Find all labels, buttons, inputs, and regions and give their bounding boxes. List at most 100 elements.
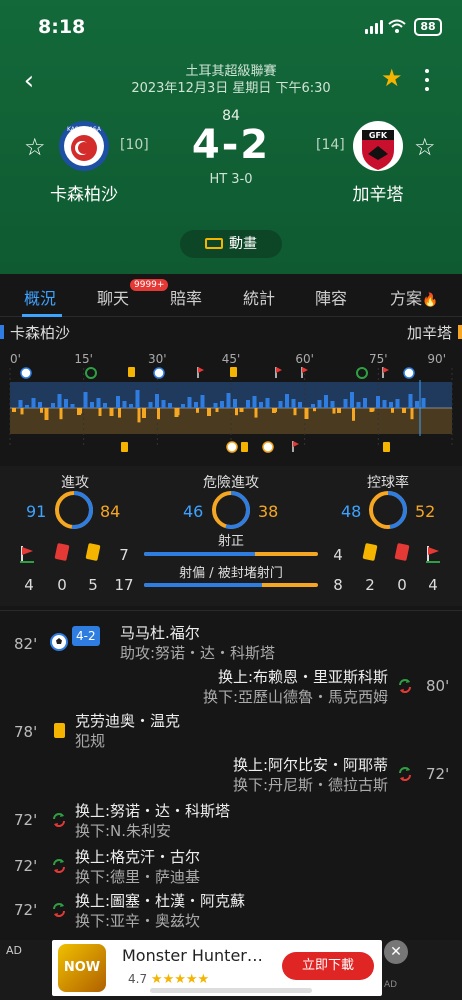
home-momentum-bar xyxy=(350,392,354,408)
event-minute: 72' xyxy=(14,901,38,919)
away-momentum-bar xyxy=(207,408,211,416)
home-momentum-bar xyxy=(233,399,237,408)
yellow-card-icon xyxy=(230,367,237,377)
home-momentum-bar xyxy=(421,398,426,408)
follow-away-star-icon[interactable]: ☆ xyxy=(414,133,436,161)
home-momentum-bar xyxy=(194,402,198,408)
possession-away: 52 xyxy=(415,502,436,521)
away-momentum-bar xyxy=(337,408,341,413)
timeline-tick: 75' xyxy=(369,352,388,366)
away-momentum-bar xyxy=(410,408,414,420)
possession-label: 控球率 xyxy=(367,475,409,491)
tab-tips[interactable]: 方案🔥 xyxy=(390,285,438,309)
home-momentum-bar xyxy=(161,400,166,408)
home-yellow-cards: 5 xyxy=(88,576,98,594)
follow-home-star-icon[interactable]: ☆ xyxy=(24,133,46,161)
away-red-cards: 0 xyxy=(397,576,407,594)
away-logo-text: GFK xyxy=(369,131,388,140)
timeline-tick: 90' xyxy=(427,352,446,366)
away-momentum-bar xyxy=(304,408,309,419)
home-momentum-bar xyxy=(291,399,296,408)
away-red-card-icon xyxy=(394,542,410,562)
tab-chat[interactable]: 聊天 xyxy=(97,285,129,309)
tab-overview[interactable]: 概況 xyxy=(24,285,56,309)
event-goal[interactable]: 4-2 xyxy=(72,625,106,646)
away-momentum-bar xyxy=(98,408,102,416)
home-momentum-bar xyxy=(31,398,36,408)
tab-lineup[interactable]: 陣容 xyxy=(315,285,347,309)
away-momentum-bar xyxy=(79,408,82,414)
home-momentum-bar xyxy=(382,400,387,408)
ad-download-button[interactable]: 立即下載 xyxy=(282,952,374,980)
home-momentum-bar xyxy=(64,399,68,408)
home-momentum-bar xyxy=(298,402,302,408)
home-momentum-bar xyxy=(330,401,335,408)
away-momentum-bar xyxy=(239,408,244,412)
away-momentum-bar xyxy=(332,408,336,414)
pitch-icon xyxy=(205,238,223,249)
away-corners: 4 xyxy=(428,576,438,594)
away-momentum-bar xyxy=(293,408,297,416)
home-team-name[interactable]: 卡森柏沙 xyxy=(24,180,144,205)
yellow-card-icon xyxy=(241,442,248,452)
away-momentum-bar xyxy=(215,408,219,412)
away-momentum-bar xyxy=(402,408,406,413)
goal-ball-icon xyxy=(226,441,238,453)
home-momentum-bar xyxy=(155,394,159,408)
home-momentum-bar xyxy=(129,404,133,408)
home-momentum-bar xyxy=(122,401,127,408)
away-momentum-bar xyxy=(12,408,16,412)
away-momentum-bar xyxy=(157,408,160,420)
home-momentum-bar xyxy=(90,402,94,408)
animation-button[interactable]: 動畫 xyxy=(180,230,282,258)
top-bar: ‹ 土耳其超級聯賽 2023年12月3日 星期日 下午6:30 ★ xyxy=(0,60,462,100)
tab-stats[interactable]: 統計 xyxy=(243,285,275,309)
event-sub-in[interactable]: 换上:努诺・达・科斯塔 xyxy=(75,801,230,821)
active-tab-indicator xyxy=(22,314,62,317)
event-score-chip: 4-2 xyxy=(72,626,100,646)
event-sub-in[interactable]: 换上:格克汗・古尔 xyxy=(75,847,200,867)
home-momentum-bar xyxy=(252,396,257,408)
chat-count-badge: 9999+ xyxy=(130,279,169,291)
goal-ball-icon xyxy=(153,367,165,379)
event-scorer[interactable]: 马马杜.福尔 xyxy=(120,623,200,643)
home-momentum-bar xyxy=(51,403,55,408)
away-momentum-bar xyxy=(274,408,277,412)
substitution-icon xyxy=(85,367,97,379)
ad-choices-icon: AD xyxy=(384,980,398,990)
event-sub-in[interactable]: 换上:阿尔比安・阿耶蒂 xyxy=(233,755,388,775)
event-sub-in[interactable]: 换上:布赖恩・里亚斯科斯 xyxy=(218,667,388,687)
tab-odds[interactable]: 賠率 xyxy=(170,285,202,309)
yellow-card-icon xyxy=(128,367,135,377)
more-options-icon[interactable] xyxy=(418,66,436,94)
home-momentum-bar xyxy=(395,399,400,408)
corner-flag-icon xyxy=(293,441,299,447)
red-card-icon xyxy=(54,542,70,562)
event-sub-out: 换下:亚辛・奥兹坎 xyxy=(75,912,201,930)
home-shots-on: 7 xyxy=(119,546,129,564)
danger-donut xyxy=(212,491,250,529)
home-indicator[interactable] xyxy=(150,988,312,993)
yellow-card-icon xyxy=(54,723,65,738)
timeline-home-label: 卡森柏沙 xyxy=(0,324,71,342)
home-red-cards: 0 xyxy=(57,576,67,594)
away-momentum-bar xyxy=(176,408,180,416)
home-momentum-bar xyxy=(415,401,419,408)
attack-away: 84 xyxy=(100,502,121,521)
corner-flag-icon xyxy=(302,367,308,373)
favorite-star-icon[interactable]: ★ xyxy=(381,64,403,92)
stats-panel: 進攻 91 84 危險進攻 46 38 控球率 48 52 7 射正 4 4 0… xyxy=(0,466,462,606)
close-icon[interactable]: ✕ xyxy=(384,940,408,964)
substitution-icon xyxy=(53,903,65,917)
away-shots-off: 8 xyxy=(333,576,343,594)
ad-tag: AD xyxy=(6,944,22,957)
event-sub-in[interactable]: 换上:圖塞・杜漢・阿克蘇 xyxy=(75,891,245,911)
away-momentum-bar xyxy=(20,408,24,415)
home-momentum-bar xyxy=(356,402,361,408)
event-reason: 犯规 xyxy=(75,732,106,750)
corner-flag-icon xyxy=(383,367,389,373)
rating-stars-icon: ★★★★★ xyxy=(150,972,210,987)
away-team-name[interactable]: 加辛塔 xyxy=(318,180,438,205)
momentum-timeline: 0' 15' 30' 45' 60' 75' 90' xyxy=(9,352,453,453)
event-player[interactable]: 克劳迪奥・温克 xyxy=(75,711,180,731)
